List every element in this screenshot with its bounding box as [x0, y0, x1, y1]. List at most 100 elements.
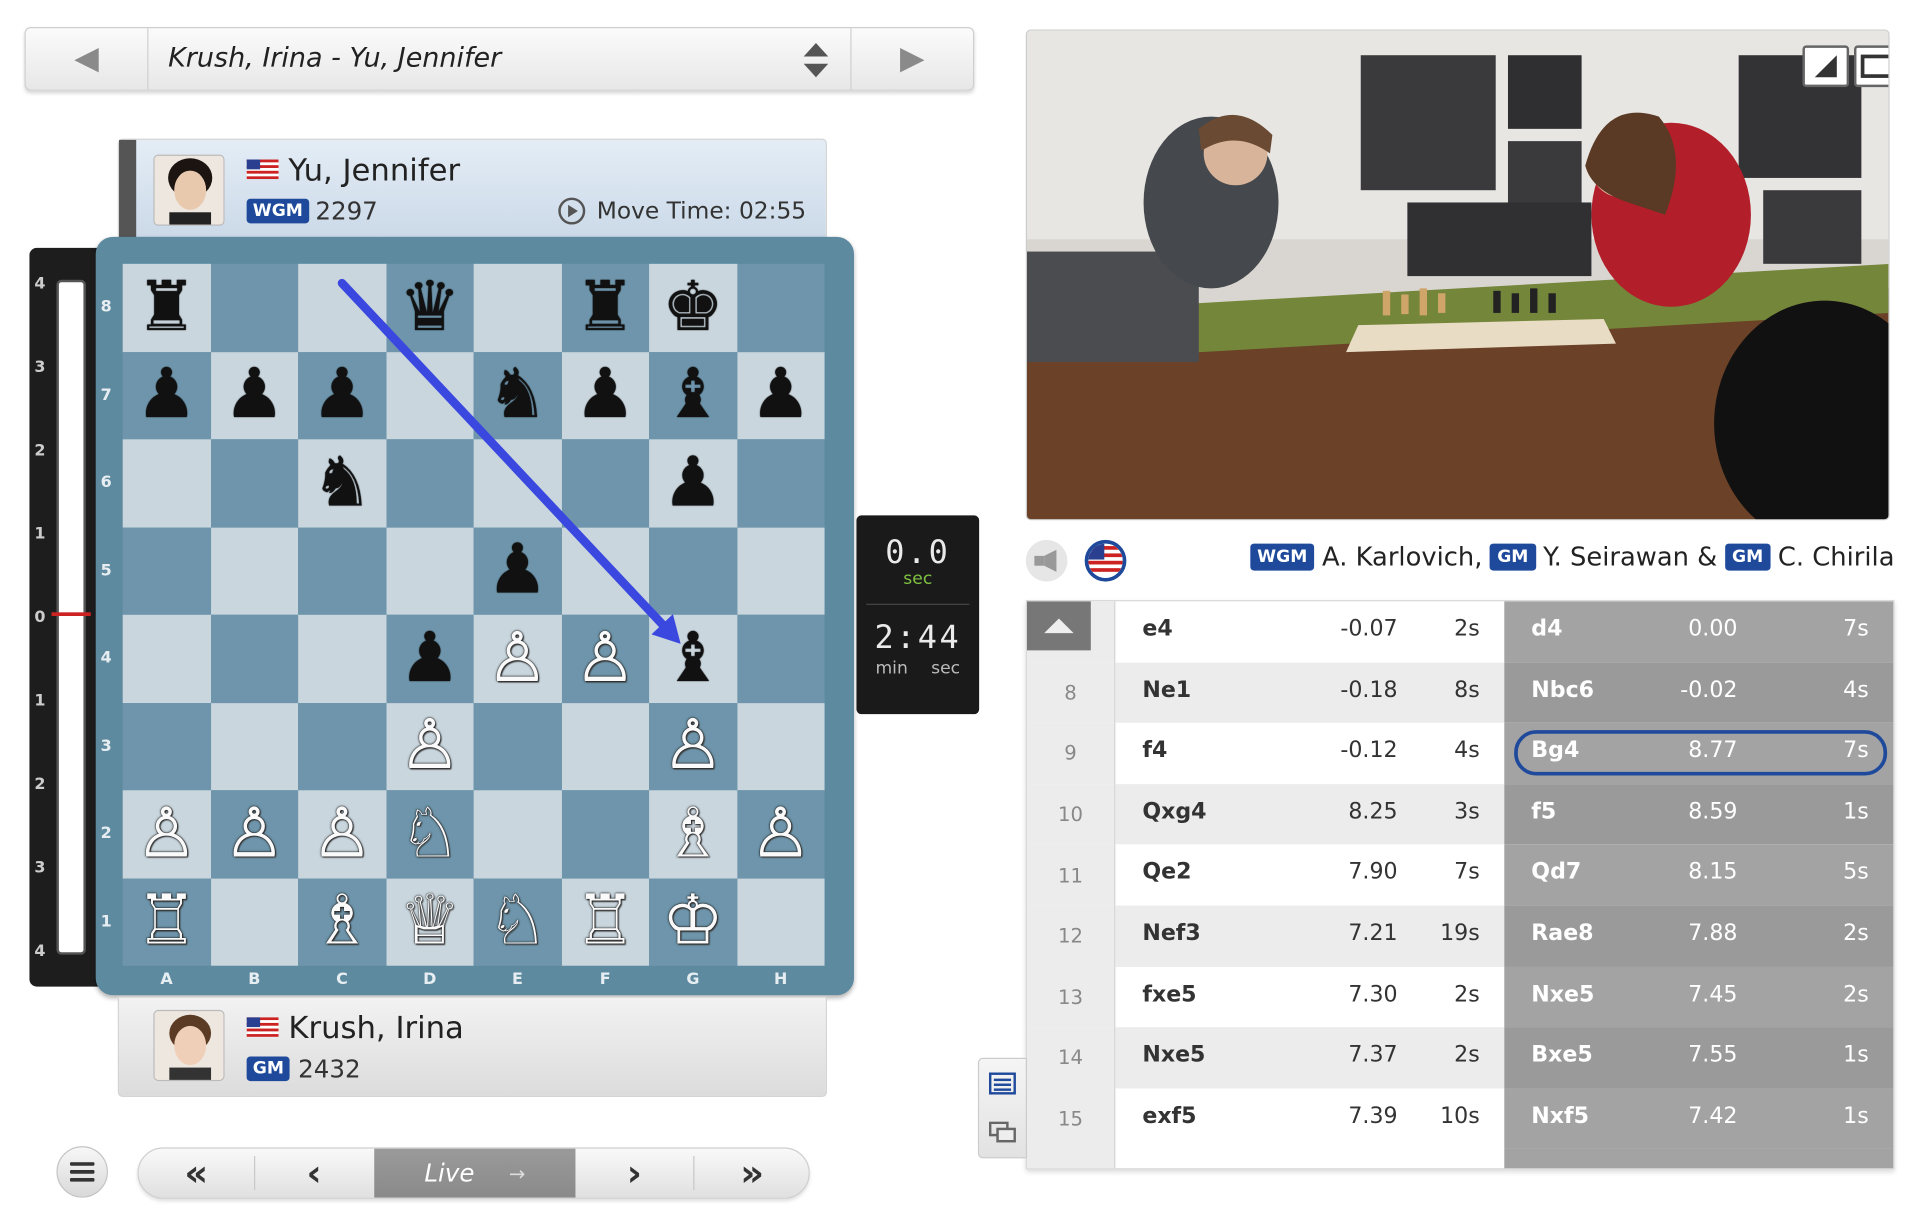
white-piece[interactable]: ♗ [649, 790, 737, 878]
scroll-up-button[interactable] [1026, 601, 1091, 651]
board-square[interactable] [385, 439, 474, 528]
board-square[interactable] [473, 263, 562, 352]
board-square[interactable] [561, 527, 650, 615]
fullscreen-video-button[interactable] [1853, 45, 1889, 88]
menu-button[interactable] [56, 1146, 108, 1198]
black-piece[interactable]: ♜ [561, 264, 649, 352]
board-square[interactable] [473, 790, 562, 878]
white-piece[interactable]: ♙ [474, 615, 562, 703]
board-square[interactable] [736, 702, 825, 791]
white-move-cell[interactable]: Qxg4 8.25 3s [1115, 783, 1505, 845]
popout-video-button[interactable] [1802, 45, 1850, 88]
move-row[interactable]: 12 Nef3 7.21 19s Rae8 7.88 2s [1026, 905, 1894, 967]
board-square[interactable] [122, 527, 211, 615]
move-row[interactable]: 15 exf5 7.39 10s Nxf5 7.42 1s [1026, 1088, 1894, 1150]
commentary-language-button[interactable] [1084, 539, 1127, 582]
white-piece[interactable]: ♙ [123, 790, 211, 878]
white-piece[interactable]: ♘ [386, 790, 474, 878]
previous-move-button[interactable]: ‹ [254, 1149, 374, 1198]
white-piece[interactable]: ♗ [298, 878, 386, 966]
board-square[interactable] [736, 527, 825, 615]
black-move-cell[interactable]: Bxe5 7.55 1s [1504, 1027, 1894, 1089]
black-piece[interactable]: ♞ [474, 352, 562, 440]
white-move-cell[interactable]: Nxe5 7.37 2s [1115, 1027, 1505, 1089]
black-move-cell[interactable]: Qd7 8.15 5s [1504, 844, 1894, 906]
board-square[interactable] [210, 439, 299, 528]
white-move-cell[interactable]: exf5 7.39 10s [1115, 1088, 1504, 1149]
black-piece[interactable]: ♟ [386, 615, 474, 703]
move-row[interactable]: 11 Qe2 7.90 7s Qd7 8.15 5s [1026, 844, 1894, 906]
chess-board[interactable]: ♜ ♛ ♜ ♚ ♟ ♟ ♟ ♞ ♟ ♝ ♟ ♞ ♟ ♟ ♟ ♝ ♙ ♙ ♙ ♙ ♙ ♙ ♙ ♘ ♗ ♙ ♖ ♗ ♕ ♘ ♖ ♔ [122, 263, 825, 966]
white-piece[interactable]: ♙ [737, 790, 825, 878]
commentary-audio-button[interactable] [1025, 539, 1068, 582]
live-video[interactable] [1025, 29, 1890, 521]
white-move-cell[interactable]: e4 -0.07 2s [1115, 601, 1504, 662]
previous-game-button[interactable]: ◀ [26, 28, 149, 90]
board-square[interactable] [298, 702, 386, 791]
first-move-button[interactable]: « [139, 1149, 254, 1198]
move-row[interactable]: 13 fxe5 7.30 2s Nxe5 7.45 2s [1026, 966, 1894, 1028]
white-piece[interactable]: ♖ [123, 878, 211, 966]
board-square[interactable] [210, 702, 299, 791]
black-piece[interactable]: ♟ [737, 352, 825, 440]
black-piece[interactable]: ♜ [123, 264, 211, 352]
next-game-button[interactable]: ▶ [850, 28, 973, 90]
black-piece[interactable]: ♝ [649, 352, 737, 440]
white-piece[interactable]: ♙ [386, 703, 474, 791]
board-square[interactable] [298, 527, 386, 615]
board-square[interactable] [298, 263, 386, 352]
white-piece[interactable]: ♕ [386, 878, 474, 966]
black-move-cell[interactable]: d4 0.00 7s [1504, 601, 1894, 663]
white-move-cell[interactable]: fxe5 7.30 2s [1115, 966, 1504, 1027]
board-square[interactable] [736, 263, 825, 352]
black-piece[interactable]: ♚ [649, 264, 737, 352]
white-piece[interactable]: ♙ [298, 790, 386, 878]
board-square[interactable] [210, 527, 299, 615]
board-square[interactable] [473, 439, 562, 528]
black-piece[interactable]: ♟ [561, 352, 649, 440]
black-piece[interactable]: ♟ [210, 352, 298, 440]
last-move-button[interactable]: » [693, 1149, 808, 1198]
white-piece[interactable]: ♙ [649, 703, 737, 791]
board-square[interactable] [122, 614, 211, 703]
black-move-cell[interactable]: Nxe5 7.45 2s [1504, 966, 1894, 1028]
white-move-cell[interactable]: Ne1 -0.18 8s [1115, 662, 1505, 723]
black-move-cell[interactable]: f5 8.59 1s [1504, 783, 1894, 845]
move-row[interactable]: 7e4-0.072sd40.007s [1026, 601, 1894, 663]
chat-tab[interactable] [979, 1108, 1026, 1157]
black-move-cell[interactable]: Bg4 8.77 7s [1504, 722, 1894, 784]
board-square[interactable] [736, 614, 825, 703]
black-move-cell[interactable]: Nbc6 -0.02 4s [1504, 662, 1894, 723]
white-piece[interactable]: ♘ [474, 878, 562, 966]
black-move-cell[interactable]: Nxf5 7.42 1s [1504, 1088, 1894, 1150]
black-piece[interactable]: ♟ [474, 527, 562, 615]
white-piece[interactable]: ♖ [561, 878, 649, 966]
black-piece[interactable]: ♛ [386, 264, 474, 352]
white-piece[interactable]: ♔ [649, 878, 737, 966]
next-move-button[interactable]: › [575, 1149, 693, 1198]
black-piece[interactable]: ♝ [649, 615, 737, 703]
board-square[interactable] [561, 790, 650, 878]
board-square[interactable] [736, 877, 825, 966]
move-row[interactable]: 9 f4 -0.12 4s Bg4 8.77 7s [1026, 722, 1894, 784]
live-button[interactable]: Live → [374, 1148, 576, 1198]
board-square[interactable] [736, 439, 825, 528]
white-piece[interactable]: ♙ [210, 790, 298, 878]
move-row[interactable]: 14 Nxe5 7.37 2s Bxe5 7.55 1s [1026, 1027, 1894, 1089]
move-row[interactable]: 8 Ne1 -0.18 8s Nbc6 -0.02 4s [1026, 662, 1894, 723]
white-move-cell[interactable]: Qe2 7.90 7s [1115, 845, 1504, 906]
white-move-cell[interactable]: Nef3 7.21 19s [1115, 905, 1505, 967]
board-square[interactable] [210, 614, 299, 703]
board-square[interactable] [298, 614, 386, 703]
white-piece[interactable]: ♙ [561, 615, 649, 703]
board-square[interactable] [561, 702, 650, 791]
move-row[interactable]: 10 Qxg4 8.25 3s f5 8.59 1s [1026, 783, 1894, 845]
black-piece[interactable]: ♟ [123, 352, 211, 440]
black-piece[interactable]: ♞ [298, 439, 386, 527]
moves-tab[interactable] [979, 1059, 1026, 1108]
black-piece[interactable]: ♟ [649, 439, 737, 527]
game-selector[interactable]: ◀ Krush, Irina - Yu, Jennifer ▶ [24, 26, 975, 91]
board-square[interactable] [385, 527, 474, 615]
board-square[interactable] [473, 702, 562, 791]
black-piece[interactable]: ♟ [298, 352, 386, 440]
